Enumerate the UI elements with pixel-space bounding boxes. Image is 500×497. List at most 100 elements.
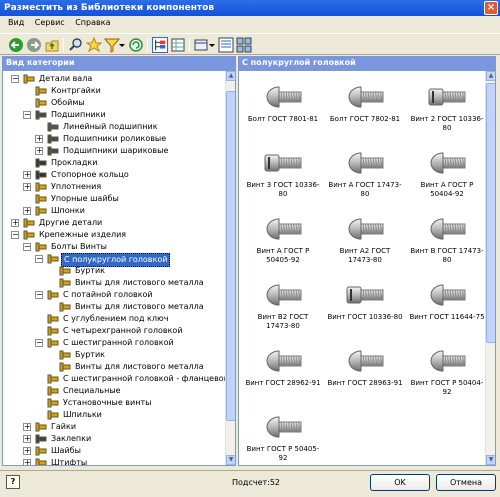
components-grid[interactable]: Болт ГОСТ 7801-81 Болт ГОСТ 7802-81 Винт 2… (238, 70, 496, 466)
collapse-icon[interactable]: − (35, 291, 43, 299)
tree-item[interactable]: Буртик (3, 349, 225, 361)
collapse-icon[interactable]: − (11, 75, 19, 83)
tree-item[interactable]: − С полукруглой головкой (3, 253, 225, 267)
expand-icon[interactable]: + (11, 219, 19, 227)
scroll-thumb[interactable] (486, 83, 495, 343)
tree-item[interactable]: + Другие детали (3, 217, 225, 229)
search-icon[interactable] (68, 37, 84, 53)
tree-item[interactable]: + Подшипники шариковые (3, 145, 225, 157)
menu-view[interactable]: Вид (4, 16, 28, 29)
component-item[interactable]: Болт ГОСТ 7801-81 (245, 75, 321, 141)
tree-item[interactable]: Специальные (3, 385, 225, 397)
component-item[interactable]: Винт А ГОСТ Р 50405-92 (245, 207, 321, 273)
expand-icon[interactable]: + (23, 423, 31, 431)
tree-item[interactable]: − Подшипники (3, 109, 225, 121)
component-item[interactable]: Винт ГОСТ 11644-75 (409, 273, 485, 339)
chevron-down-icon[interactable] (118, 37, 126, 53)
tree-item[interactable]: Шпильки (3, 409, 225, 421)
menu-help[interactable]: Справка (71, 16, 114, 29)
component-item[interactable]: Винт В2 ГОСТ 17473-80 (245, 273, 321, 339)
close-window-button[interactable]: × (484, 1, 498, 15)
collapse-icon[interactable]: − (35, 339, 43, 347)
tree-item[interactable]: Винты для листового металла (3, 277, 225, 289)
tree-item[interactable]: С шестигранной головкой - фланцевой (3, 373, 229, 385)
tree-item[interactable]: − С потайной головкой (3, 289, 225, 301)
category-tree[interactable]: − Детали вала Контргайки Обоймы − Подшипники Л… (2, 70, 236, 466)
forward-icon[interactable] (26, 37, 42, 53)
tree-item[interactable]: Упорные шайбы (3, 193, 225, 205)
tree-item[interactable]: − Болты Винты (3, 241, 225, 253)
tree-item[interactable]: + Подшипники роликовые (3, 133, 225, 145)
expand-icon[interactable]: + (35, 147, 43, 155)
tree-item[interactable]: Обоймы (3, 97, 225, 109)
ok-button[interactable]: OK (370, 474, 430, 491)
screw-icon (245, 81, 321, 113)
favorites-icon[interactable] (86, 37, 102, 53)
tree-item[interactable]: − С шестигранной головкой (3, 337, 225, 349)
tree-item[interactable]: Прокладки (3, 157, 225, 169)
collapse-icon[interactable]: − (35, 255, 43, 263)
collapse-icon[interactable]: − (23, 243, 31, 251)
tree-item[interactable]: + Стопорное кольцо (3, 169, 225, 181)
scroll-up-arrow[interactable]: ▲ (486, 71, 495, 81)
tree-scrollbar[interactable]: ▲ ▼ (225, 71, 235, 465)
tree-view-icon[interactable] (152, 37, 168, 53)
expand-icon[interactable]: + (23, 459, 31, 465)
scroll-up-arrow[interactable]: ▲ (226, 71, 235, 81)
component-item[interactable]: Винт А ГОСТ 17473-80 (327, 141, 403, 207)
expand-icon[interactable]: + (35, 135, 43, 143)
fastener-icon (23, 230, 35, 240)
refresh-icon[interactable] (128, 37, 144, 53)
tree-item[interactable]: − Детали вала (3, 73, 225, 85)
tree-item[interactable]: Контргайки (3, 85, 225, 97)
expand-icon[interactable]: + (23, 447, 31, 455)
menu-service[interactable]: Сервис (31, 16, 69, 29)
expand-icon[interactable]: + (23, 435, 31, 443)
expand-icon[interactable]: + (23, 183, 31, 191)
details-view-icon[interactable] (218, 37, 234, 53)
tree-item[interactable]: + Штифты (3, 457, 225, 465)
component-item[interactable]: Болт ГОСТ 7802-81 (327, 75, 403, 141)
cage-icon (35, 98, 47, 108)
tree-item[interactable]: Винты для листового металла (3, 361, 225, 373)
up-icon[interactable] (44, 37, 60, 53)
component-label: Винт 2 ГОСТ 10336-80 (410, 115, 484, 132)
component-item[interactable]: Винт А2 ГОСТ 17473-80 (327, 207, 403, 273)
tree-item[interactable]: Установочные винты (3, 397, 225, 409)
component-item[interactable]: Винт А ГОСТ Р 50404-92 (409, 141, 485, 207)
component-item[interactable]: Винт 2 ГОСТ 10336-80 (409, 75, 485, 141)
tree-item[interactable]: Винты для листового металла (3, 301, 225, 313)
toolbar (0, 33, 500, 55)
tree-item[interactable]: Линейный подшипник (3, 121, 225, 133)
tree-item[interactable]: + Гайки (3, 421, 225, 433)
cancel-button[interactable]: Отмена (436, 474, 496, 491)
tree-item[interactable]: С четырехгранной головкой (3, 325, 225, 337)
help-button[interactable]: ? (6, 475, 20, 489)
component-item[interactable]: Винт ГОСТ Р 50405-92 (245, 405, 321, 465)
tree-item[interactable]: + Заклепки (3, 433, 225, 445)
tree-item[interactable]: С углублением под ключ (3, 313, 225, 325)
scroll-down-arrow[interactable]: ▼ (486, 455, 495, 465)
tree-item[interactable]: + Уплотнения (3, 181, 225, 193)
tree-item[interactable]: − Крепежные изделия (3, 229, 225, 241)
grid-scrollbar[interactable]: ▲ ▼ (485, 71, 495, 465)
collapse-icon[interactable]: − (11, 231, 19, 239)
scroll-thumb[interactable] (226, 91, 235, 421)
component-item[interactable]: Винт ГОСТ 28963-91 (327, 339, 403, 405)
table-view-icon[interactable] (170, 37, 186, 53)
component-item[interactable]: Винт ГОСТ 10336-80 (327, 273, 403, 339)
component-item[interactable]: Винт В ГОСТ 17473-80 (409, 207, 485, 273)
expand-icon[interactable]: + (23, 171, 31, 179)
thumbnails-view-icon[interactable] (236, 37, 252, 53)
back-icon[interactable] (8, 37, 24, 53)
chevron-down-icon[interactable] (208, 37, 216, 53)
tree-item[interactable]: + Шпонки (3, 205, 225, 217)
tree-item[interactable]: Буртик (3, 265, 225, 277)
component-item[interactable]: Винт ГОСТ Р 50404-92 (409, 339, 485, 405)
component-item[interactable]: Винт 3 ГОСТ 10336-80 (245, 141, 321, 207)
component-item[interactable]: Винт ГОСТ 28962-91 (245, 339, 321, 405)
scroll-down-arrow[interactable]: ▼ (226, 455, 235, 465)
tree-item[interactable]: + Шайбы (3, 445, 225, 457)
collapse-icon[interactable]: − (23, 111, 31, 119)
expand-icon[interactable]: + (23, 207, 31, 215)
